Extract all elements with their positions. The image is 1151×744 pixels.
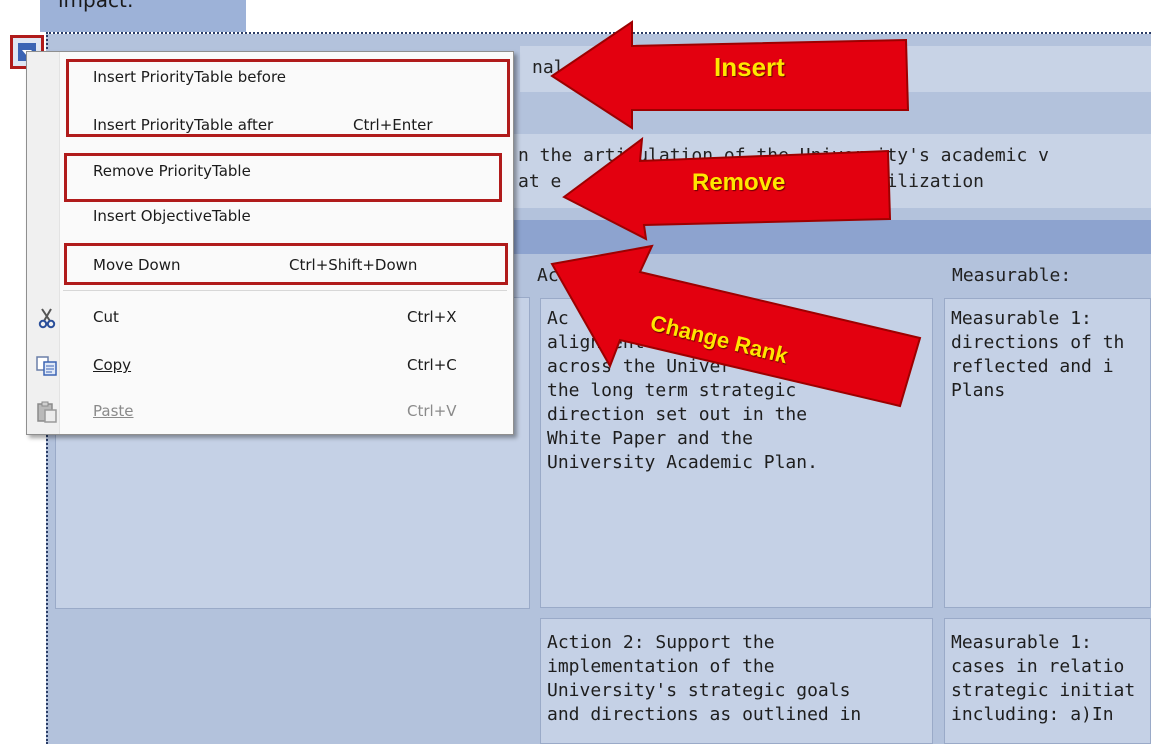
menu-item-cut[interactable]: Cut Ctrl+X bbox=[31, 300, 507, 336]
menu-item-shortcut: Ctrl+V bbox=[407, 402, 457, 420]
menu-item-label: Insert ObjectiveTable bbox=[93, 207, 251, 225]
measurable-1-text: Measurable 1: directions of th reflected… bbox=[951, 308, 1125, 401]
remove-arrow: Remove bbox=[560, 135, 892, 241]
menu-item-shortcut: Ctrl+C bbox=[407, 356, 457, 374]
document-tab: impact: bbox=[40, 0, 246, 32]
remove-highlight-box bbox=[64, 153, 502, 202]
menu-item-copy[interactable]: Copy Ctrl+C bbox=[31, 348, 507, 384]
change-rank-arrow: Change Rank bbox=[548, 240, 928, 420]
scissors-icon bbox=[35, 306, 59, 330]
column-measurable-header: Measurable: bbox=[952, 265, 1072, 286]
menu-separator bbox=[63, 290, 507, 291]
menu-item-shortcut: Ctrl+X bbox=[407, 308, 457, 326]
action-2-cell[interactable]: Action 2: Support the implementation of … bbox=[540, 618, 933, 744]
menu-item-label: Copy bbox=[93, 356, 132, 374]
tab-partial-text: impact: bbox=[58, 0, 134, 12]
insert-label: Insert bbox=[714, 52, 785, 82]
insert-highlight-box bbox=[66, 59, 510, 137]
measurable-2-cell[interactable]: Measurable 1: cases in relatio strategic… bbox=[944, 618, 1151, 744]
menu-item-insert-objective[interactable]: Insert ObjectiveTable bbox=[67, 200, 507, 236]
measurable-1-cell[interactable]: Measurable 1: directions of th reflected… bbox=[944, 298, 1151, 608]
remove-label: Remove bbox=[692, 169, 786, 196]
menu-item-label: Cut bbox=[93, 308, 119, 326]
move-down-highlight-box bbox=[64, 243, 508, 285]
copy-icon bbox=[35, 354, 59, 378]
paste-icon bbox=[35, 400, 59, 424]
insert-arrow: Insert bbox=[546, 18, 918, 130]
measurable-2-text: Measurable 1: cases in relatio strategic… bbox=[951, 632, 1136, 725]
action-2-text: Action 2: Support the implementation of … bbox=[547, 632, 862, 725]
menu-item-label: Paste bbox=[93, 402, 134, 420]
menu-item-paste[interactable]: Paste Ctrl+V bbox=[31, 394, 507, 430]
